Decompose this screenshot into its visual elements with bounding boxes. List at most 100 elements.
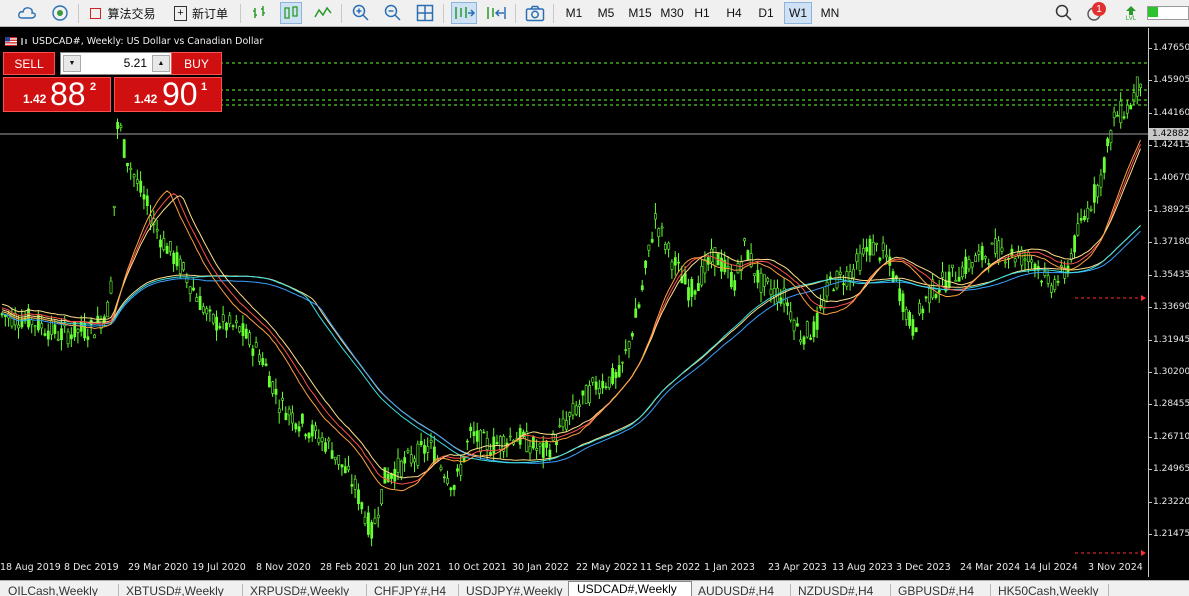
candle-body: [129, 168, 133, 171]
volume-input[interactable]: ▼ 5.21 ▲: [60, 52, 173, 75]
chart-tab[interactable]: CHFJPY#,H4: [366, 584, 459, 596]
chart-tab[interactable]: XBTUSD#,Weekly: [118, 584, 243, 596]
chart-tab[interactable]: HK50Cash,Weekly: [990, 584, 1109, 596]
candle-body: [766, 277, 770, 283]
candle-body: [244, 328, 248, 339]
candle-body: [594, 381, 598, 390]
candle-body: [324, 442, 327, 452]
candle-body: [459, 464, 463, 476]
candle-body: [403, 457, 407, 464]
candle-body: [848, 271, 852, 281]
sell-button[interactable]: SELL: [3, 52, 55, 75]
autoscroll-icon[interactable]: [451, 2, 477, 24]
candle-body: [1050, 285, 1053, 293]
candle-body: [789, 311, 793, 321]
price-label: 1.33690: [1153, 302, 1189, 313]
chart-tab[interactable]: OILCash,Weekly: [0, 584, 119, 596]
candle-body: [970, 262, 974, 268]
candle-body: [564, 420, 568, 430]
candle-body: [696, 283, 700, 292]
timeframe-m30-button[interactable]: M30: [656, 2, 688, 24]
chart-tab[interactable]: USDJPY#,Weekly: [458, 584, 569, 596]
candle-body: [205, 308, 209, 315]
time-axis[interactable]: 18 Aug 2019 8 Dec 2019 29 Mar 2020 19 Jul 2…: [0, 559, 1148, 577]
candle-body: [736, 263, 740, 274]
candle-body: [248, 332, 252, 346]
candle-body: [1013, 258, 1017, 263]
candle-body: [574, 405, 578, 415]
candle-body: [627, 341, 631, 349]
candle-body: [825, 281, 829, 297]
search-icon[interactable]: [1053, 2, 1075, 24]
volume-increase-button[interactable]: ▲: [152, 55, 170, 72]
new-order-button[interactable]: + 新订单: [170, 2, 232, 24]
buy-button[interactable]: BUY: [171, 52, 222, 75]
bar-chart-icon[interactable]: [249, 2, 271, 24]
candle-body: [195, 297, 199, 302]
chart-tab[interactable]: AUDUSD#,H4: [690, 584, 791, 596]
volume-decrease-button[interactable]: ▼: [63, 55, 81, 72]
chart-tab[interactable]: NZDUSD#,H4: [790, 584, 891, 596]
candle-body: [93, 334, 96, 339]
account-icon[interactable]: [1147, 2, 1189, 24]
time-label: 14 Jul 2024: [1024, 562, 1078, 573]
notification-icon[interactable]: 1: [1084, 2, 1106, 24]
candle-body: [109, 280, 113, 294]
zoom-out-icon[interactable]: [382, 2, 404, 24]
price-label: 1.40670: [1153, 172, 1189, 183]
grid-icon[interactable]: [414, 2, 436, 24]
chart-tab[interactable]: USDCAD#,Weekly: [568, 581, 692, 596]
line-chart-icon[interactable]: [312, 2, 334, 24]
candle-body: [644, 260, 648, 268]
timeframe-d1-button[interactable]: D1: [752, 2, 780, 24]
timeframe-h4-button[interactable]: H4: [720, 2, 748, 24]
candle-body: [178, 258, 182, 274]
sell-price[interactable]: 1.42 88 2: [3, 76, 111, 112]
candle-body: [409, 454, 413, 464]
candle-body: [333, 456, 337, 461]
cloud-icon[interactable]: [16, 2, 38, 24]
timeframe-m15-button[interactable]: M15: [624, 2, 656, 24]
candle-body: [297, 426, 301, 432]
candle-body: [713, 247, 717, 267]
candle-body: [733, 280, 737, 291]
price-axis[interactable]: 1.47650 1.45905 1.44160 1.42415 1.40670 1.389…: [1148, 28, 1189, 577]
chart-tab[interactable]: GBPUSD#,H4: [890, 584, 991, 596]
candle-body: [221, 314, 225, 322]
candle-body: [769, 288, 773, 295]
screenshot-icon[interactable]: [523, 2, 547, 24]
candle-body: [650, 239, 654, 243]
candle-body: [967, 259, 971, 270]
signal-icon[interactable]: [49, 2, 71, 24]
red-level-arrow: [1141, 295, 1146, 301]
ma-line-orange: [1, 139, 1141, 492]
candle-chart-icon[interactable]: [280, 2, 302, 24]
candle-body: [597, 388, 601, 394]
price-tick: [1149, 372, 1152, 373]
candle-body: [43, 333, 47, 336]
algo-trading-button[interactable]: 算法交易: [86, 2, 160, 24]
timeframe-h1-button[interactable]: H1: [688, 2, 716, 24]
new-order-label: 新订单: [191, 6, 228, 21]
candle-body: [541, 442, 545, 458]
candle-body: [310, 424, 314, 437]
candle-body: [294, 423, 298, 430]
price-label: 1.38925: [1153, 205, 1189, 215]
candle-body: [175, 252, 179, 267]
timeframe-m1-button[interactable]: M1: [560, 2, 588, 24]
level-icon[interactable]: LVL: [1120, 2, 1142, 24]
candle-body: [370, 522, 374, 539]
timeframe-m5-button[interactable]: M5: [592, 2, 620, 24]
timeframe-mn-button[interactable]: MN: [816, 2, 844, 24]
candle-body: [640, 285, 644, 291]
chart-shift-icon[interactable]: [483, 2, 509, 24]
candle-body: [673, 257, 677, 266]
candle-body: [1112, 111, 1116, 118]
candle-body: [416, 443, 420, 466]
chart-tab[interactable]: XRPUSD#,Weekly: [242, 584, 367, 596]
buy-price[interactable]: 1.42 90 1: [114, 76, 222, 112]
candle-body: [1106, 138, 1110, 147]
zoom-in-icon[interactable]: [350, 2, 372, 24]
timeframe-w1-button[interactable]: W1: [784, 2, 812, 24]
candle-body: [687, 287, 690, 301]
